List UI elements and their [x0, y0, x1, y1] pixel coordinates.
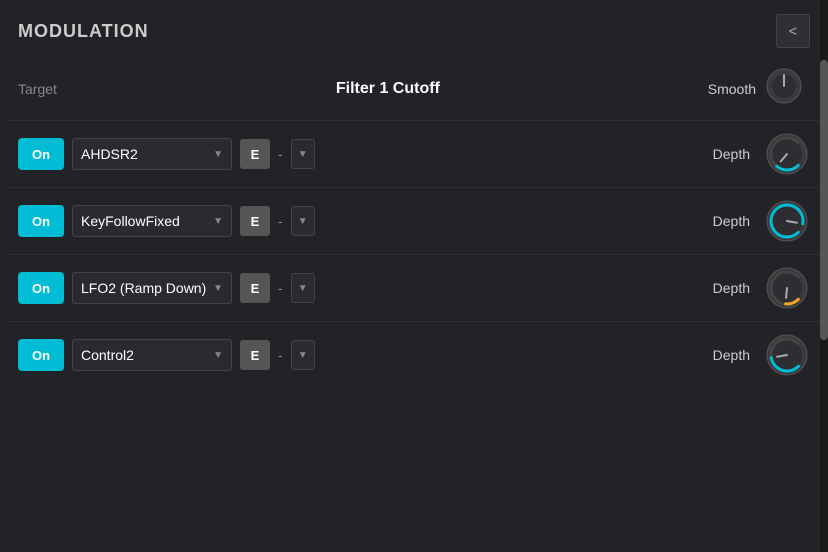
small-chevron-2[interactable]: ▼	[291, 206, 315, 236]
e-button-1[interactable]: E	[240, 139, 270, 169]
modulation-panel: MODULATION < Target Filter 1 Cutoff Smoo…	[0, 0, 828, 552]
mod-rows: On AHDSR2 ▼ E - ▼ Depth On KeyFollowFixe…	[0, 120, 828, 388]
depth-knob-2[interactable]	[764, 198, 810, 244]
source-name-1: AHDSR2	[81, 146, 207, 162]
source-dropdown-1[interactable]: AHDSR2 ▼	[72, 138, 232, 170]
source-dropdown-2[interactable]: KeyFollowFixed ▼	[72, 205, 232, 237]
e-button-3[interactable]: E	[240, 273, 270, 303]
dash-3: -	[278, 280, 283, 296]
dash-1: -	[278, 146, 283, 162]
target-row: Target Filter 1 Cutoff Smooth	[0, 58, 828, 120]
scrollbar[interactable]	[820, 0, 828, 552]
smooth-knob[interactable]	[764, 66, 810, 112]
source-name-4: Control2	[81, 347, 207, 363]
depth-knob-1[interactable]	[764, 131, 810, 177]
depth-label-3: Depth	[713, 280, 750, 296]
source-name-3: LFO2 (Ramp Down)	[81, 280, 207, 296]
on-button-4[interactable]: On	[18, 339, 64, 371]
depth-knob-4[interactable]	[764, 332, 810, 378]
source-dropdown-3[interactable]: LFO2 (Ramp Down) ▼	[72, 272, 232, 304]
depth-label-2: Depth	[713, 213, 750, 229]
back-button[interactable]: <	[776, 14, 810, 48]
source-chevron-1: ▼	[213, 149, 223, 160]
on-button-3[interactable]: On	[18, 272, 64, 304]
header: MODULATION <	[0, 0, 828, 58]
e-button-2[interactable]: E	[240, 206, 270, 236]
depth-label-4: Depth	[713, 347, 750, 363]
on-button-1[interactable]: On	[18, 138, 64, 170]
smooth-label: Smooth	[708, 81, 756, 97]
mod-row-1: On AHDSR2 ▼ E - ▼ Depth	[8, 120, 820, 187]
source-chevron-4: ▼	[213, 350, 223, 361]
small-chevron-1[interactable]: ▼	[291, 139, 315, 169]
e-button-4[interactable]: E	[240, 340, 270, 370]
mod-row-4: On Control2 ▼ E - ▼ Depth	[8, 321, 820, 388]
dash-4: -	[278, 347, 283, 363]
small-chevron-3[interactable]: ▼	[291, 273, 315, 303]
scrollbar-thumb[interactable]	[820, 60, 828, 340]
mod-row-2: On KeyFollowFixed ▼ E - ▼ Depth	[8, 187, 820, 254]
on-button-2[interactable]: On	[18, 205, 64, 237]
small-chevron-4[interactable]: ▼	[291, 340, 315, 370]
depth-knob-3[interactable]	[764, 265, 810, 311]
target-value: Filter 1 Cutoff	[68, 80, 708, 98]
mod-row-3: On LFO2 (Ramp Down) ▼ E - ▼ Depth	[8, 254, 820, 321]
panel-title: MODULATION	[18, 21, 149, 42]
source-chevron-2: ▼	[213, 216, 223, 227]
source-chevron-3: ▼	[213, 283, 223, 294]
source-dropdown-4[interactable]: Control2 ▼	[72, 339, 232, 371]
depth-label-1: Depth	[713, 146, 750, 162]
source-name-2: KeyFollowFixed	[81, 213, 207, 229]
dash-2: -	[278, 213, 283, 229]
